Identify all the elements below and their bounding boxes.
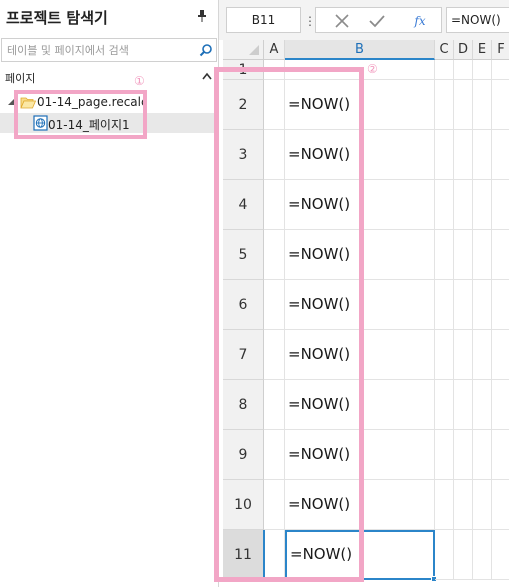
cell[interactable] <box>492 230 509 280</box>
annotation-marker-1: ① <box>134 74 145 88</box>
cell[interactable] <box>435 230 454 280</box>
chevron-up-icon[interactable] <box>202 72 212 80</box>
cell[interactable] <box>435 60 454 80</box>
cell[interactable] <box>473 130 492 180</box>
search-input[interactable] <box>2 39 192 61</box>
cell[interactable] <box>454 430 473 480</box>
search-box <box>1 38 217 62</box>
column-header-c[interactable]: C <box>435 40 454 60</box>
cell[interactable] <box>473 60 492 80</box>
cell[interactable] <box>435 130 454 180</box>
cancel-icon[interactable] <box>333 12 351 30</box>
cell[interactable] <box>492 280 509 330</box>
cell[interactable] <box>473 380 492 430</box>
column-header-b[interactable]: B <box>285 40 435 60</box>
cell[interactable] <box>492 380 509 430</box>
cell[interactable] <box>454 480 473 530</box>
cell[interactable] <box>435 380 454 430</box>
cell[interactable] <box>435 80 454 130</box>
cell[interactable] <box>473 430 492 480</box>
cell[interactable] <box>473 180 492 230</box>
column-header-e[interactable]: E <box>473 40 492 60</box>
search-icon[interactable] <box>199 43 213 57</box>
cell[interactable] <box>454 60 473 80</box>
project-explorer-panel: 프로젝트 탐색기 페이지 01-14_page.recalc <box>0 0 218 587</box>
cell[interactable] <box>492 430 509 480</box>
cell[interactable] <box>473 230 492 280</box>
cell[interactable] <box>492 130 509 180</box>
cell[interactable] <box>454 180 473 230</box>
cell[interactable] <box>454 330 473 380</box>
cell[interactable] <box>435 530 454 580</box>
cell[interactable] <box>454 380 473 430</box>
annotation-box-1 <box>14 90 147 139</box>
insert-function-button[interactable]: fx <box>409 11 431 31</box>
select-all-corner[interactable] <box>223 40 264 60</box>
cell[interactable] <box>454 80 473 130</box>
cell[interactable] <box>435 480 454 530</box>
cell[interactable] <box>435 430 454 480</box>
cell[interactable] <box>435 180 454 230</box>
cell[interactable] <box>454 530 473 580</box>
section-label: 페이지 <box>5 72 36 85</box>
cell[interactable] <box>492 60 509 80</box>
check-icon[interactable] <box>368 12 386 30</box>
column-header-f[interactable]: F <box>492 40 509 60</box>
cell[interactable] <box>473 280 492 330</box>
panel-title: 프로젝트 탐색기 <box>6 9 108 27</box>
name-box[interactable]: B11 <box>226 7 301 33</box>
cell[interactable] <box>492 80 509 130</box>
cell[interactable] <box>473 530 492 580</box>
cell[interactable] <box>473 80 492 130</box>
cell[interactable] <box>435 330 454 380</box>
cell[interactable] <box>473 480 492 530</box>
pin-icon[interactable] <box>196 9 208 23</box>
cell[interactable] <box>492 480 509 530</box>
column-header-a[interactable]: A <box>264 40 285 60</box>
cell[interactable] <box>454 230 473 280</box>
annotation-box-2 <box>214 67 364 582</box>
formula-bar: B11 ⋮ fx =NOW() <box>219 0 509 40</box>
cell[interactable] <box>492 330 509 380</box>
cell[interactable] <box>454 280 473 330</box>
cell[interactable] <box>473 330 492 380</box>
cell[interactable] <box>435 280 454 330</box>
formula-buttons: fx <box>315 7 442 33</box>
column-header-d[interactable]: D <box>454 40 473 60</box>
formula-input[interactable]: =NOW() <box>446 7 509 33</box>
cell[interactable] <box>492 180 509 230</box>
cell[interactable] <box>454 130 473 180</box>
cell[interactable] <box>492 530 509 580</box>
pages-section-header[interactable]: 페이지 <box>0 66 218 88</box>
annotation-marker-2: ② <box>367 62 378 76</box>
